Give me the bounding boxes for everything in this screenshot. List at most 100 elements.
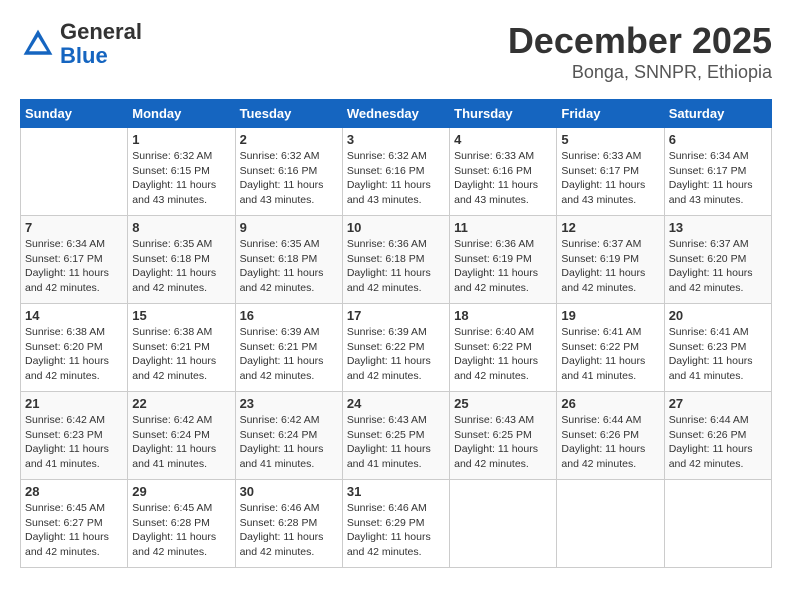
calendar-cell: 8Sunrise: 6:35 AM Sunset: 6:18 PM Daylig… xyxy=(128,216,235,304)
calendar-cell: 19Sunrise: 6:41 AM Sunset: 6:22 PM Dayli… xyxy=(557,304,664,392)
calendar-cell: 22 Sunrise: 6:42 AM Sunset: 6:24 PM Dayli… xyxy=(128,392,235,480)
day-detail: Sunrise: 6:46 AM Sunset: 6:29 PM Dayligh… xyxy=(347,501,445,560)
weekday-header: Monday xyxy=(128,100,235,128)
day-detail: Sunrise: 6:32 AM Sunset: 6:16 PM Dayligh… xyxy=(347,149,445,208)
calendar-cell xyxy=(557,480,664,568)
calendar-cell: 29 Sunrise: 6:45 AM Sunset: 6:28 PM Dayli… xyxy=(128,480,235,568)
calendar-cell xyxy=(21,128,128,216)
page-location: Bonga, SNNPR, Ethiopia xyxy=(508,62,772,83)
calendar-cell: 31 Sunrise: 6:46 AM Sunset: 6:29 PM Dayli… xyxy=(342,480,449,568)
day-detail: Sunrise: 6:32 AM Sunset: 6:16 PM Dayligh… xyxy=(240,149,338,208)
day-detail: Sunrise: 6:43 AM Sunset: 6:25 PM Dayligh… xyxy=(454,413,552,472)
day-number: 14 xyxy=(25,308,123,323)
calendar-cell: 11Sunrise: 6:36 AM Sunset: 6:19 PM Dayli… xyxy=(450,216,557,304)
day-number: 16 xyxy=(240,308,338,323)
calendar-cell: 7Sunrise: 6:34 AM Sunset: 6:17 PM Daylig… xyxy=(21,216,128,304)
day-number: 6 xyxy=(669,132,767,147)
title-block: December 2025 Bonga, SNNPR, Ethiopia xyxy=(508,20,772,83)
day-detail: Sunrise: 6:44 AM Sunset: 6:26 PM Dayligh… xyxy=(561,413,659,472)
calendar-cell: 3 Sunrise: 6:32 AM Sunset: 6:16 PM Daylig… xyxy=(342,128,449,216)
day-number: 23 xyxy=(240,396,338,411)
day-number: 1 xyxy=(132,132,230,147)
calendar-cell: 25Sunrise: 6:43 AM Sunset: 6:25 PM Dayli… xyxy=(450,392,557,480)
day-number: 22 xyxy=(132,396,230,411)
day-number: 10 xyxy=(347,220,445,235)
day-number: 24 xyxy=(347,396,445,411)
weekday-header: Saturday xyxy=(664,100,771,128)
day-number: 5 xyxy=(561,132,659,147)
logo: General Blue xyxy=(20,20,142,68)
calendar-cell: 17 Sunrise: 6:39 AM Sunset: 6:22 PM Dayli… xyxy=(342,304,449,392)
calendar-cell: 14 Sunrise: 6:38 AM Sunset: 6:20 PM Dayli… xyxy=(21,304,128,392)
calendar-cell: 24 Sunrise: 6:43 AM Sunset: 6:25 PM Dayli… xyxy=(342,392,449,480)
day-detail: Sunrise: 6:37 AM Sunset: 6:19 PM Dayligh… xyxy=(561,237,659,296)
weekday-header-row: SundayMondayTuesdayWednesdayThursdayFrid… xyxy=(21,100,772,128)
calendar-cell: 18Sunrise: 6:40 AM Sunset: 6:22 PM Dayli… xyxy=(450,304,557,392)
day-number: 31 xyxy=(347,484,445,499)
day-number: 12 xyxy=(561,220,659,235)
day-detail: Sunrise: 6:45 AM Sunset: 6:27 PM Dayligh… xyxy=(25,501,123,560)
day-number: 28 xyxy=(25,484,123,499)
calendar-cell: 21Sunrise: 6:42 AM Sunset: 6:23 PM Dayli… xyxy=(21,392,128,480)
calendar-cell: 28 Sunrise: 6:45 AM Sunset: 6:27 PM Dayli… xyxy=(21,480,128,568)
day-detail: Sunrise: 6:46 AM Sunset: 6:28 PM Dayligh… xyxy=(240,501,338,560)
calendar-cell: 4Sunrise: 6:33 AM Sunset: 6:16 PM Daylig… xyxy=(450,128,557,216)
weekday-header: Friday xyxy=(557,100,664,128)
calendar-cell: 10 Sunrise: 6:36 AM Sunset: 6:18 PM Dayli… xyxy=(342,216,449,304)
logo-text: General Blue xyxy=(60,20,142,68)
day-detail: Sunrise: 6:32 AM Sunset: 6:15 PM Dayligh… xyxy=(132,149,230,208)
day-number: 13 xyxy=(669,220,767,235)
calendar-cell: 16 Sunrise: 6:39 AM Sunset: 6:21 PM Dayli… xyxy=(235,304,342,392)
day-number: 20 xyxy=(669,308,767,323)
weekday-header: Tuesday xyxy=(235,100,342,128)
day-detail: Sunrise: 6:39 AM Sunset: 6:22 PM Dayligh… xyxy=(347,325,445,384)
calendar-cell: 9Sunrise: 6:35 AM Sunset: 6:18 PM Daylig… xyxy=(235,216,342,304)
day-detail: Sunrise: 6:33 AM Sunset: 6:17 PM Dayligh… xyxy=(561,149,659,208)
weekday-header: Thursday xyxy=(450,100,557,128)
day-detail: Sunrise: 6:33 AM Sunset: 6:16 PM Dayligh… xyxy=(454,149,552,208)
day-detail: Sunrise: 6:42 AM Sunset: 6:24 PM Dayligh… xyxy=(240,413,338,472)
day-detail: Sunrise: 6:44 AM Sunset: 6:26 PM Dayligh… xyxy=(669,413,767,472)
day-detail: Sunrise: 6:45 AM Sunset: 6:28 PM Dayligh… xyxy=(132,501,230,560)
calendar-table: SundayMondayTuesdayWednesdayThursdayFrid… xyxy=(20,99,772,568)
day-number: 30 xyxy=(240,484,338,499)
day-detail: Sunrise: 6:36 AM Sunset: 6:19 PM Dayligh… xyxy=(454,237,552,296)
day-number: 8 xyxy=(132,220,230,235)
day-number: 17 xyxy=(347,308,445,323)
day-detail: Sunrise: 6:38 AM Sunset: 6:20 PM Dayligh… xyxy=(25,325,123,384)
day-detail: Sunrise: 6:39 AM Sunset: 6:21 PM Dayligh… xyxy=(240,325,338,384)
calendar-cell: 2 Sunrise: 6:32 AM Sunset: 6:16 PM Daylig… xyxy=(235,128,342,216)
day-number: 15 xyxy=(132,308,230,323)
calendar-week-row: 7Sunrise: 6:34 AM Sunset: 6:17 PM Daylig… xyxy=(21,216,772,304)
page-title: December 2025 xyxy=(508,20,772,62)
day-detail: Sunrise: 6:38 AM Sunset: 6:21 PM Dayligh… xyxy=(132,325,230,384)
day-detail: Sunrise: 6:42 AM Sunset: 6:23 PM Dayligh… xyxy=(25,413,123,472)
day-detail: Sunrise: 6:36 AM Sunset: 6:18 PM Dayligh… xyxy=(347,237,445,296)
day-number: 9 xyxy=(240,220,338,235)
day-number: 2 xyxy=(240,132,338,147)
day-detail: Sunrise: 6:34 AM Sunset: 6:17 PM Dayligh… xyxy=(25,237,123,296)
day-number: 26 xyxy=(561,396,659,411)
day-detail: Sunrise: 6:34 AM Sunset: 6:17 PM Dayligh… xyxy=(669,149,767,208)
weekday-header: Sunday xyxy=(21,100,128,128)
calendar-cell: 1 Sunrise: 6:32 AM Sunset: 6:15 PM Daylig… xyxy=(128,128,235,216)
calendar-cell: 27 Sunrise: 6:44 AM Sunset: 6:26 PM Dayli… xyxy=(664,392,771,480)
calendar-week-row: 21Sunrise: 6:42 AM Sunset: 6:23 PM Dayli… xyxy=(21,392,772,480)
page-header: General Blue December 2025 Bonga, SNNPR,… xyxy=(20,20,772,83)
day-number: 27 xyxy=(669,396,767,411)
calendar-cell: 15 Sunrise: 6:38 AM Sunset: 6:21 PM Dayli… xyxy=(128,304,235,392)
calendar-cell: 13 Sunrise: 6:37 AM Sunset: 6:20 PM Dayli… xyxy=(664,216,771,304)
calendar-cell: 6 Sunrise: 6:34 AM Sunset: 6:17 PM Daylig… xyxy=(664,128,771,216)
calendar-cell: 30 Sunrise: 6:46 AM Sunset: 6:28 PM Dayli… xyxy=(235,480,342,568)
day-detail: Sunrise: 6:41 AM Sunset: 6:22 PM Dayligh… xyxy=(561,325,659,384)
calendar-cell: 5 Sunrise: 6:33 AM Sunset: 6:17 PM Daylig… xyxy=(557,128,664,216)
calendar-cell: 20Sunrise: 6:41 AM Sunset: 6:23 PM Dayli… xyxy=(664,304,771,392)
calendar-cell xyxy=(450,480,557,568)
logo-icon xyxy=(20,26,56,62)
day-number: 29 xyxy=(132,484,230,499)
day-detail: Sunrise: 6:40 AM Sunset: 6:22 PM Dayligh… xyxy=(454,325,552,384)
day-detail: Sunrise: 6:43 AM Sunset: 6:25 PM Dayligh… xyxy=(347,413,445,472)
day-detail: Sunrise: 6:42 AM Sunset: 6:24 PM Dayligh… xyxy=(132,413,230,472)
day-detail: Sunrise: 6:37 AM Sunset: 6:20 PM Dayligh… xyxy=(669,237,767,296)
day-number: 3 xyxy=(347,132,445,147)
